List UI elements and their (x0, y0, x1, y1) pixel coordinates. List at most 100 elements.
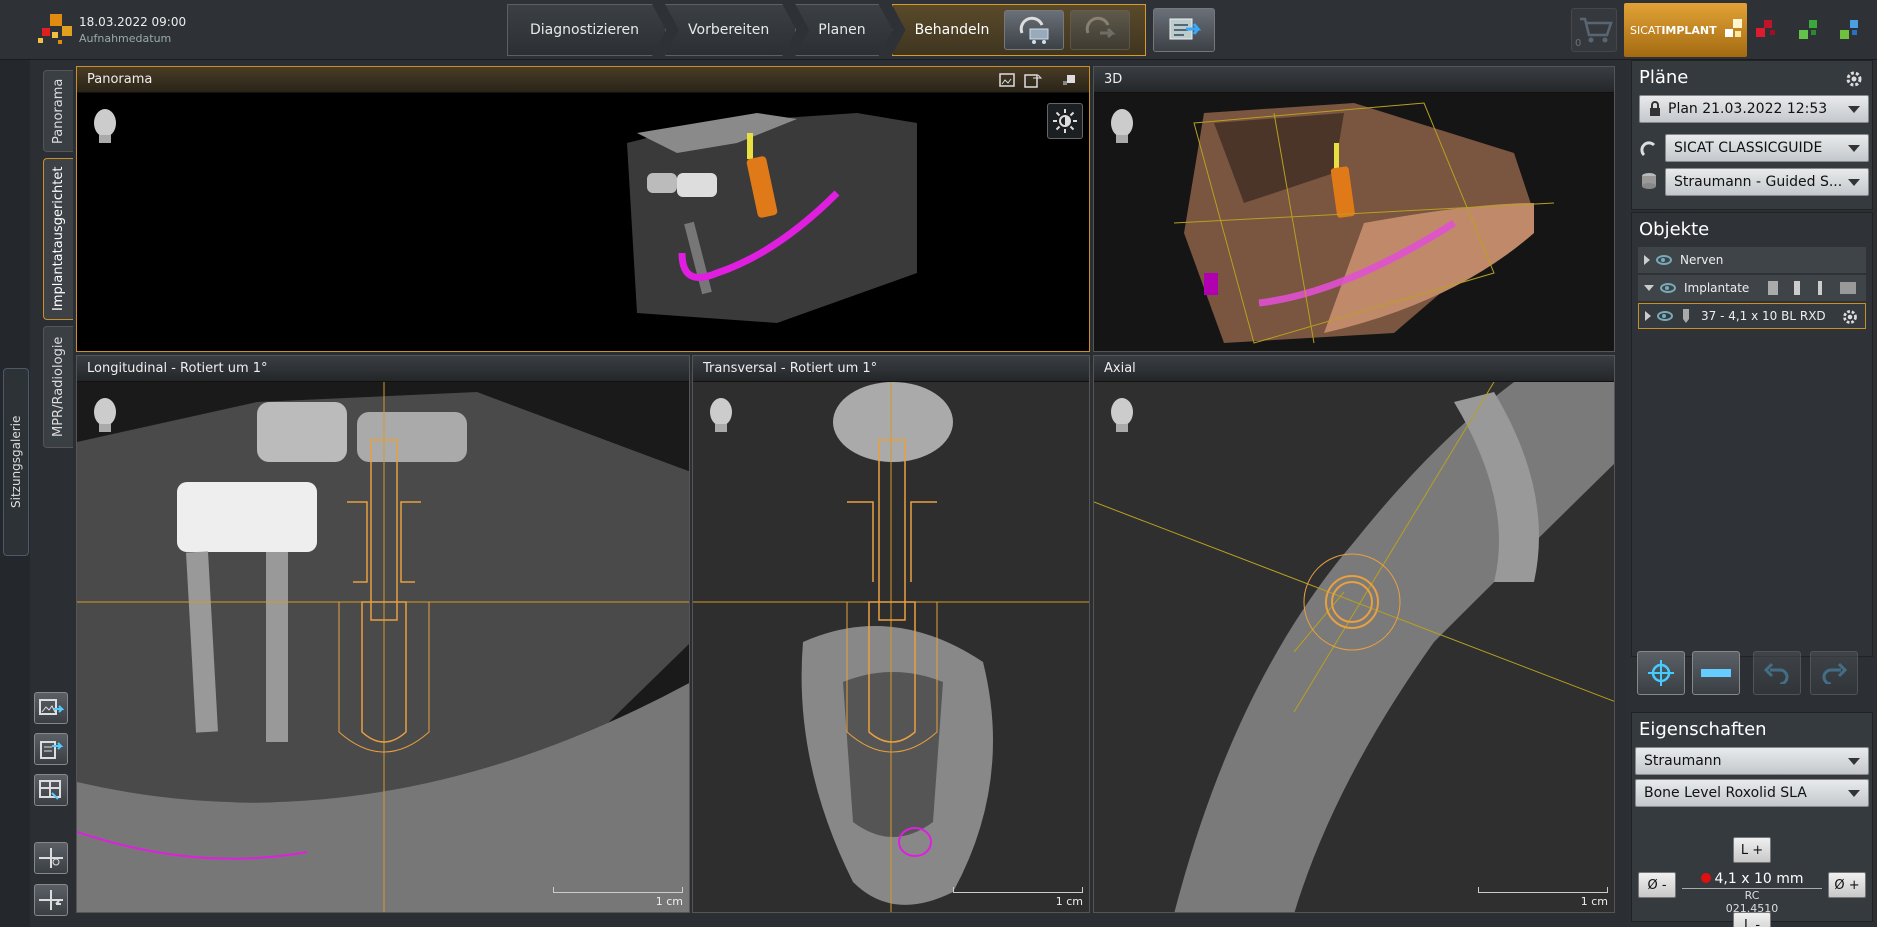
redo-icon (1822, 662, 1847, 684)
export-plan-button[interactable] (1153, 8, 1216, 52)
viewport-panorama[interactable]: Panorama (76, 66, 1090, 352)
collapse-arrow-icon[interactable] (1644, 285, 1654, 291)
app-icon-green[interactable] (1795, 16, 1823, 44)
viewport-3d[interactable]: 3D (1093, 66, 1615, 352)
scale-bar-axial-label: 1 cm (1580, 895, 1608, 908)
ruler-bar-icon (1701, 669, 1731, 677)
tab-implant-aligned[interactable]: Implantatausgerichtet (43, 158, 73, 320)
report-snapshot-icon[interactable] (1023, 72, 1043, 88)
collision-warning-dot (1700, 873, 1711, 883)
layout-grid-icon (39, 780, 61, 800)
viewport-3d-title: 3D (1104, 72, 1123, 87)
head-orientation-icon[interactable] (91, 107, 119, 145)
length-decrease-button[interactable]: L - (1733, 912, 1771, 927)
head-orientation-icon-3d[interactable] (1108, 107, 1136, 145)
guide-select-chevron-icon (1848, 145, 1860, 152)
viewport-longitudinal-title: Longitudinal - Rotiert um 1° (87, 361, 268, 376)
shopping-cart-button[interactable]: 0 (1571, 8, 1617, 52)
tree-item-nerves-label: Nerven (1680, 253, 1724, 267)
tree-item-implants[interactable]: Implantate (1638, 275, 1866, 301)
sleeve-system-select-value: Straumann - Guided S... (1674, 174, 1843, 190)
tab-panorama[interactable]: Panorama (43, 70, 73, 152)
undo-icon (1764, 662, 1789, 684)
visibility-eye-icon[interactable] (1657, 311, 1673, 321)
undo-button[interactable] (1753, 651, 1801, 695)
workflow-step-diagnose[interactable]: Diagnostizieren (507, 4, 666, 56)
visibility-eye-icon[interactable] (1656, 255, 1672, 265)
viewport-transversal-title: Transversal - Rotiert um 1° (703, 361, 878, 376)
transversal-slice[interactable]: 1 cm (693, 382, 1089, 912)
implant-settings-gear-icon[interactable] (1839, 306, 1861, 328)
right-panel: Pläne Plan 21.03.2022 12:53 SICAT CLASSI… (1626, 60, 1877, 927)
longitudinal-slice[interactable]: 1 cm (77, 382, 689, 912)
target-crosshair-icon (1648, 660, 1674, 686)
viewport-3d-header: 3D (1094, 67, 1614, 93)
brand-name-bold: IMPLANT (1661, 23, 1717, 37)
app-icon-blue[interactable] (1836, 16, 1864, 44)
image-snapshot-icon[interactable] (999, 73, 1019, 87)
plan-select[interactable]: Plan 21.03.2022 12:53 (1639, 95, 1869, 123)
tree-item-implant-37-label: 37 - 4,1 x 10 BL RXD (1701, 309, 1826, 323)
workflow-step-treat[interactable]: Behandeln (891, 4, 1147, 56)
sicat-implant-app-button[interactable]: SICAT IMPLANT (1624, 3, 1747, 57)
sleeve-system-select[interactable]: Straumann - Guided S... (1665, 168, 1869, 196)
plans-title: Pläne (1639, 67, 1689, 88)
guide-select[interactable]: SICAT CLASSICGUIDE (1665, 134, 1869, 162)
length-increase-button[interactable]: L + (1733, 837, 1771, 863)
panorama-image[interactable] (77, 93, 1089, 351)
order-guide-button[interactable] (1004, 10, 1065, 50)
cart-count: 0 (1575, 38, 1582, 49)
properties-title: Eigenschaften (1639, 719, 1767, 740)
screenshot-to-gallery-button[interactable] (34, 692, 68, 724)
scale-bar-longitudinal: 1 cm (553, 887, 683, 908)
expand-arrow-icon[interactable] (1644, 255, 1650, 265)
measure-distance-button[interactable] (1692, 651, 1740, 695)
crosshair-reset-button[interactable] (34, 884, 68, 916)
redo-button[interactable] (1810, 651, 1858, 695)
viewport-transversal[interactable]: Transversal - Rotiert um 1° 1 cm (692, 355, 1090, 913)
workflow-bar: Diagnostizieren Vorbereiten Planen Behan… (507, 4, 1218, 56)
layout-button[interactable] (34, 774, 68, 806)
crosshair-view-button[interactable] (34, 842, 68, 874)
session-gallery-tab[interactable]: Sitzungsgalerie (3, 368, 29, 556)
manufacturer-select[interactable]: Straumann (1635, 747, 1869, 775)
workflow-step-plan[interactable]: Planen (795, 4, 892, 56)
acquisition-date: 18.03.2022 09:00 (79, 15, 187, 29)
3d-render[interactable] (1094, 93, 1614, 351)
app-icon-red[interactable] (1752, 16, 1780, 44)
workflow-step-prepare[interactable]: Vorbereiten (665, 4, 796, 56)
visibility-eye-icon[interactable] (1660, 283, 1676, 293)
plan-select-chevron-icon (1848, 106, 1860, 113)
product-line-select[interactable]: Bone Level Roxolid SLA (1635, 779, 1869, 807)
implant-visibility-options-icon[interactable] (1764, 280, 1860, 296)
brightness-contrast-button[interactable] (1047, 103, 1083, 139)
diameter-increase-button[interactable]: Ø + (1828, 872, 1866, 898)
axial-ct-slice (1094, 382, 1614, 912)
acquisition-date-label: Aufnahmedatum (79, 32, 172, 45)
lock-icon (1650, 101, 1660, 116)
tree-item-nerves[interactable]: Nerven (1638, 247, 1866, 273)
scale-bar-axial: 1 cm (1478, 887, 1608, 908)
manufacturer-select-value: Straumann (1644, 753, 1722, 769)
copy-to-report-button[interactable] (34, 733, 68, 765)
top-bar: 18.03.2022 09:00 Aufnahmedatum Diagnosti… (0, 0, 1877, 60)
plans-settings-gear-icon[interactable] (1842, 67, 1866, 91)
viewport-axial-header: Axial (1094, 356, 1614, 382)
center-on-implant-button[interactable] (1637, 651, 1685, 695)
expand-arrow-icon[interactable] (1645, 311, 1651, 321)
head-orientation-icon-axial[interactable] (1108, 396, 1136, 434)
head-orientation-icon-longitudinal[interactable] (91, 396, 119, 434)
viewport-longitudinal[interactable]: Longitudinal - Rotiert um 1° 1 cm (76, 355, 690, 913)
export-guide-button[interactable] (1070, 10, 1131, 50)
tab-mpr-radiology[interactable]: MPR/Radiologie (43, 326, 73, 448)
head-orientation-icon-transversal[interactable] (707, 396, 735, 434)
guide-cart-icon (1020, 16, 1049, 44)
tree-item-implant-37[interactable]: 37 - 4,1 x 10 BL RXD (1638, 303, 1866, 329)
panorama-scan (77, 93, 1089, 351)
viewport-longitudinal-header: Longitudinal - Rotiert um 1° (77, 356, 689, 382)
session-gallery-label: Sitzungsgalerie (9, 415, 23, 509)
maximize-viewport-icon[interactable] (1061, 73, 1077, 87)
axial-slice[interactable]: 1 cm (1094, 382, 1614, 912)
viewport-axial[interactable]: Axial 1 cm (1093, 355, 1615, 913)
diameter-decrease-button[interactable]: Ø - (1638, 872, 1676, 898)
